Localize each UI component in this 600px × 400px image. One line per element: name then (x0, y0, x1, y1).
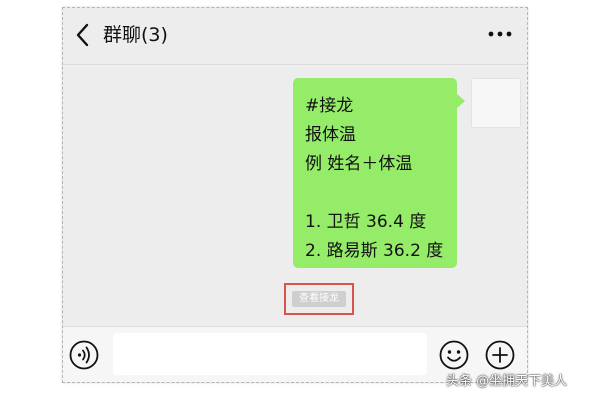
chat-window: 群聊(3) #接龙 报体温 例 姓名＋体温 1. 卫哲 36.4 度 2. 路易… (62, 7, 528, 383)
screenshot-canvas: 群聊(3) #接龙 报体温 例 姓名＋体温 1. 卫哲 36.4 度 2. 路易… (0, 0, 600, 400)
bubble-tail (457, 94, 465, 108)
voice-icon[interactable] (69, 340, 99, 370)
watermark-text: 头条 @坐拥天下美人 (446, 374, 568, 389)
plus-icon[interactable] (485, 340, 515, 370)
message-bubble[interactable]: #接龙 报体温 例 姓名＋体温 1. 卫哲 36.4 度 2. 路易斯 36.2… (293, 78, 457, 268)
sender-avatar[interactable] (471, 78, 521, 128)
message-line: 例 姓名＋体温 (305, 154, 413, 174)
more-dots-icon[interactable] (487, 30, 513, 38)
message-line: 2. 路易斯 36.2 度 (305, 241, 444, 261)
view-solitaire-button[interactable]: 查看接龙 (292, 291, 346, 307)
message-line: 1. 卫哲 36.4 度 (305, 212, 427, 232)
back-chevron-icon[interactable] (73, 22, 93, 48)
navigation-bar: 群聊(3) (63, 8, 527, 65)
view-solitaire-highlight: 查看接龙 (284, 283, 354, 315)
message-line: #接龙 (305, 96, 354, 116)
message-input[interactable] (113, 333, 427, 375)
emoji-icon[interactable] (439, 340, 469, 370)
chat-title: 群聊(3) (103, 24, 168, 46)
message-line: 报体温 (305, 125, 356, 145)
message-line (305, 179, 457, 208)
